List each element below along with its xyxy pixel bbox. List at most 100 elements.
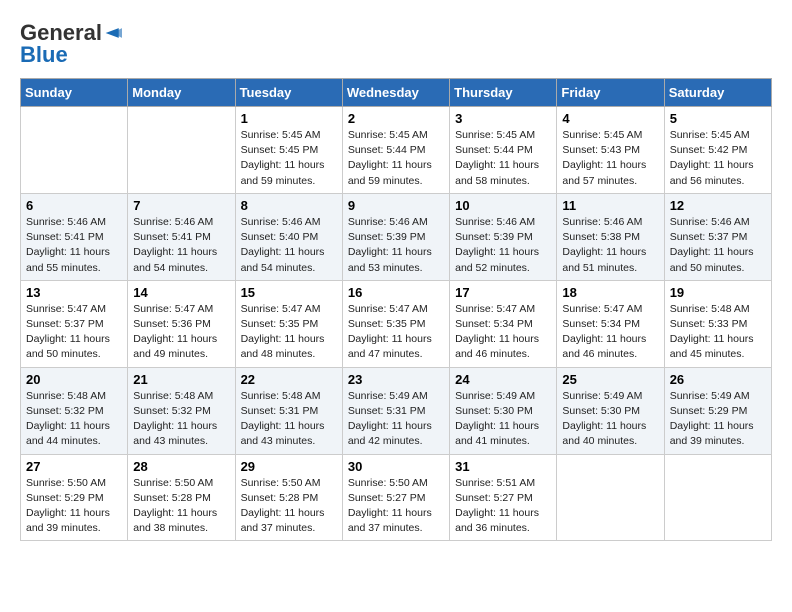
calendar-cell — [557, 454, 664, 541]
day-info: Sunrise: 5:49 AMSunset: 5:30 PMDaylight:… — [562, 389, 658, 450]
calendar-cell: 10 Sunrise: 5:46 AMSunset: 5:39 PMDayligh… — [450, 193, 557, 280]
day-number: 9 — [348, 198, 444, 213]
day-number: 16 — [348, 285, 444, 300]
day-info: Sunrise: 5:47 AMSunset: 5:35 PMDaylight:… — [348, 302, 444, 363]
calendar-cell: 3 Sunrise: 5:45 AMSunset: 5:44 PMDaylight… — [450, 107, 557, 194]
calendar-cell: 28Sunrise: 5:50 AMSunset: 5:28 PMDayligh… — [128, 454, 235, 541]
calendar-cell — [664, 454, 771, 541]
day-info: Sunrise: 5:48 AMSunset: 5:31 PMDaylight:… — [241, 389, 337, 450]
calendar-cell: 4 Sunrise: 5:45 AMSunset: 5:43 PMDaylight… — [557, 107, 664, 194]
day-info: Sunrise: 5:46 AMSunset: 5:41 PMDaylight:… — [133, 215, 229, 276]
day-number: 4 — [562, 111, 658, 126]
day-info: Sunrise: 5:48 AMSunset: 5:33 PMDaylight:… — [670, 302, 766, 363]
calendar-cell: 12 Sunrise: 5:46 AMSunset: 5:37 PMDayligh… — [664, 193, 771, 280]
calendar-header-row: SundayMondayTuesdayWednesdayThursdayFrid… — [21, 79, 772, 107]
weekday-header-thursday: Thursday — [450, 79, 557, 107]
day-info: Sunrise: 5:46 AMSunset: 5:41 PMDaylight:… — [26, 215, 122, 276]
day-number: 8 — [241, 198, 337, 213]
day-number: 20 — [26, 372, 122, 387]
calendar-cell: 9Sunrise: 5:46 AMSunset: 5:39 PMDaylight… — [342, 193, 449, 280]
day-info: Sunrise: 5:48 AMSunset: 5:32 PMDaylight:… — [26, 389, 122, 450]
day-number: 18 — [562, 285, 658, 300]
day-number: 13 — [26, 285, 122, 300]
day-number: 25 — [562, 372, 658, 387]
day-info: Sunrise: 5:45 AMSunset: 5:45 PMDaylight:… — [241, 128, 337, 189]
page-header: General Blue — [20, 20, 772, 68]
calendar-cell: 19 Sunrise: 5:48 AMSunset: 5:33 PMDayligh… — [664, 280, 771, 367]
calendar-cell: 31Sunrise: 5:51 AMSunset: 5:27 PMDayligh… — [450, 454, 557, 541]
calendar-cell: 6 Sunrise: 5:46 AMSunset: 5:41 PMDaylight… — [21, 193, 128, 280]
day-info: Sunrise: 5:47 AMSunset: 5:34 PMDaylight:… — [455, 302, 551, 363]
calendar-week-row: 1 Sunrise: 5:45 AMSunset: 5:45 PMDaylight… — [21, 107, 772, 194]
day-number: 10 — [455, 198, 551, 213]
weekday-header-tuesday: Tuesday — [235, 79, 342, 107]
logo: General Blue — [20, 20, 122, 68]
day-number: 27 — [26, 459, 122, 474]
day-info: Sunrise: 5:47 AMSunset: 5:35 PMDaylight:… — [241, 302, 337, 363]
calendar-cell: 1 Sunrise: 5:45 AMSunset: 5:45 PMDaylight… — [235, 107, 342, 194]
day-info: Sunrise: 5:46 AMSunset: 5:37 PMDaylight:… — [670, 215, 766, 276]
day-info: Sunrise: 5:48 AMSunset: 5:32 PMDaylight:… — [133, 389, 229, 450]
calendar-week-row: 6 Sunrise: 5:46 AMSunset: 5:41 PMDaylight… — [21, 193, 772, 280]
day-info: Sunrise: 5:47 AMSunset: 5:36 PMDaylight:… — [133, 302, 229, 363]
day-info: Sunrise: 5:50 AMSunset: 5:27 PMDaylight:… — [348, 476, 444, 537]
weekday-header-friday: Friday — [557, 79, 664, 107]
calendar-cell: 18 Sunrise: 5:47 AMSunset: 5:34 PMDayligh… — [557, 280, 664, 367]
calendar-cell: 17 Sunrise: 5:47 AMSunset: 5:34 PMDayligh… — [450, 280, 557, 367]
logo-text-blue: Blue — [20, 42, 68, 68]
day-info: Sunrise: 5:50 AMSunset: 5:29 PMDaylight:… — [26, 476, 122, 537]
calendar-cell — [128, 107, 235, 194]
day-info: Sunrise: 5:47 AMSunset: 5:34 PMDaylight:… — [562, 302, 658, 363]
day-info: Sunrise: 5:49 AMSunset: 5:29 PMDaylight:… — [670, 389, 766, 450]
weekday-header-monday: Monday — [128, 79, 235, 107]
day-number: 12 — [670, 198, 766, 213]
day-number: 28 — [133, 459, 229, 474]
calendar-cell: 2 Sunrise: 5:45 AMSunset: 5:44 PMDaylight… — [342, 107, 449, 194]
day-info: Sunrise: 5:45 AMSunset: 5:43 PMDaylight:… — [562, 128, 658, 189]
calendar-cell: 15Sunrise: 5:47 AMSunset: 5:35 PMDayligh… — [235, 280, 342, 367]
day-number: 19 — [670, 285, 766, 300]
logo-arrow-icon — [104, 26, 122, 40]
calendar-table: SundayMondayTuesdayWednesdayThursdayFrid… — [20, 78, 772, 541]
day-number: 1 — [241, 111, 337, 126]
calendar-cell: 21Sunrise: 5:48 AMSunset: 5:32 PMDayligh… — [128, 367, 235, 454]
day-info: Sunrise: 5:49 AMSunset: 5:30 PMDaylight:… — [455, 389, 551, 450]
calendar-cell: 11 Sunrise: 5:46 AMSunset: 5:38 PMDayligh… — [557, 193, 664, 280]
day-info: Sunrise: 5:46 AMSunset: 5:39 PMDaylight:… — [455, 215, 551, 276]
calendar-cell: 22Sunrise: 5:48 AMSunset: 5:31 PMDayligh… — [235, 367, 342, 454]
day-number: 11 — [562, 198, 658, 213]
calendar-cell — [21, 107, 128, 194]
calendar-cell: 5 Sunrise: 5:45 AMSunset: 5:42 PMDaylight… — [664, 107, 771, 194]
day-number: 14 — [133, 285, 229, 300]
day-number: 30 — [348, 459, 444, 474]
day-info: Sunrise: 5:49 AMSunset: 5:31 PMDaylight:… — [348, 389, 444, 450]
day-info: Sunrise: 5:50 AMSunset: 5:28 PMDaylight:… — [241, 476, 337, 537]
day-info: Sunrise: 5:51 AMSunset: 5:27 PMDaylight:… — [455, 476, 551, 537]
weekday-header-sunday: Sunday — [21, 79, 128, 107]
calendar-week-row: 20 Sunrise: 5:48 AMSunset: 5:32 PMDayligh… — [21, 367, 772, 454]
calendar-cell: 16 Sunrise: 5:47 AMSunset: 5:35 PMDayligh… — [342, 280, 449, 367]
calendar-cell: 23 Sunrise: 5:49 AMSunset: 5:31 PMDayligh… — [342, 367, 449, 454]
day-number: 6 — [26, 198, 122, 213]
day-number: 2 — [348, 111, 444, 126]
day-number: 5 — [670, 111, 766, 126]
day-number: 26 — [670, 372, 766, 387]
day-info: Sunrise: 5:46 AMSunset: 5:40 PMDaylight:… — [241, 215, 337, 276]
calendar-cell: 29 Sunrise: 5:50 AMSunset: 5:28 PMDayligh… — [235, 454, 342, 541]
day-number: 3 — [455, 111, 551, 126]
day-number: 23 — [348, 372, 444, 387]
weekday-header-wednesday: Wednesday — [342, 79, 449, 107]
day-number: 17 — [455, 285, 551, 300]
calendar-cell: 27 Sunrise: 5:50 AMSunset: 5:29 PMDayligh… — [21, 454, 128, 541]
day-info: Sunrise: 5:46 AMSunset: 5:38 PMDaylight:… — [562, 215, 658, 276]
calendar-week-row: 27 Sunrise: 5:50 AMSunset: 5:29 PMDayligh… — [21, 454, 772, 541]
day-info: Sunrise: 5:45 AMSunset: 5:42 PMDaylight:… — [670, 128, 766, 189]
day-number: 7 — [133, 198, 229, 213]
calendar-cell: 7 Sunrise: 5:46 AMSunset: 5:41 PMDaylight… — [128, 193, 235, 280]
weekday-header-saturday: Saturday — [664, 79, 771, 107]
calendar-cell: 26 Sunrise: 5:49 AMSunset: 5:29 PMDayligh… — [664, 367, 771, 454]
calendar-cell: 25 Sunrise: 5:49 AMSunset: 5:30 PMDayligh… — [557, 367, 664, 454]
day-info: Sunrise: 5:45 AMSunset: 5:44 PMDaylight:… — [455, 128, 551, 189]
day-number: 29 — [241, 459, 337, 474]
day-info: Sunrise: 5:45 AMSunset: 5:44 PMDaylight:… — [348, 128, 444, 189]
